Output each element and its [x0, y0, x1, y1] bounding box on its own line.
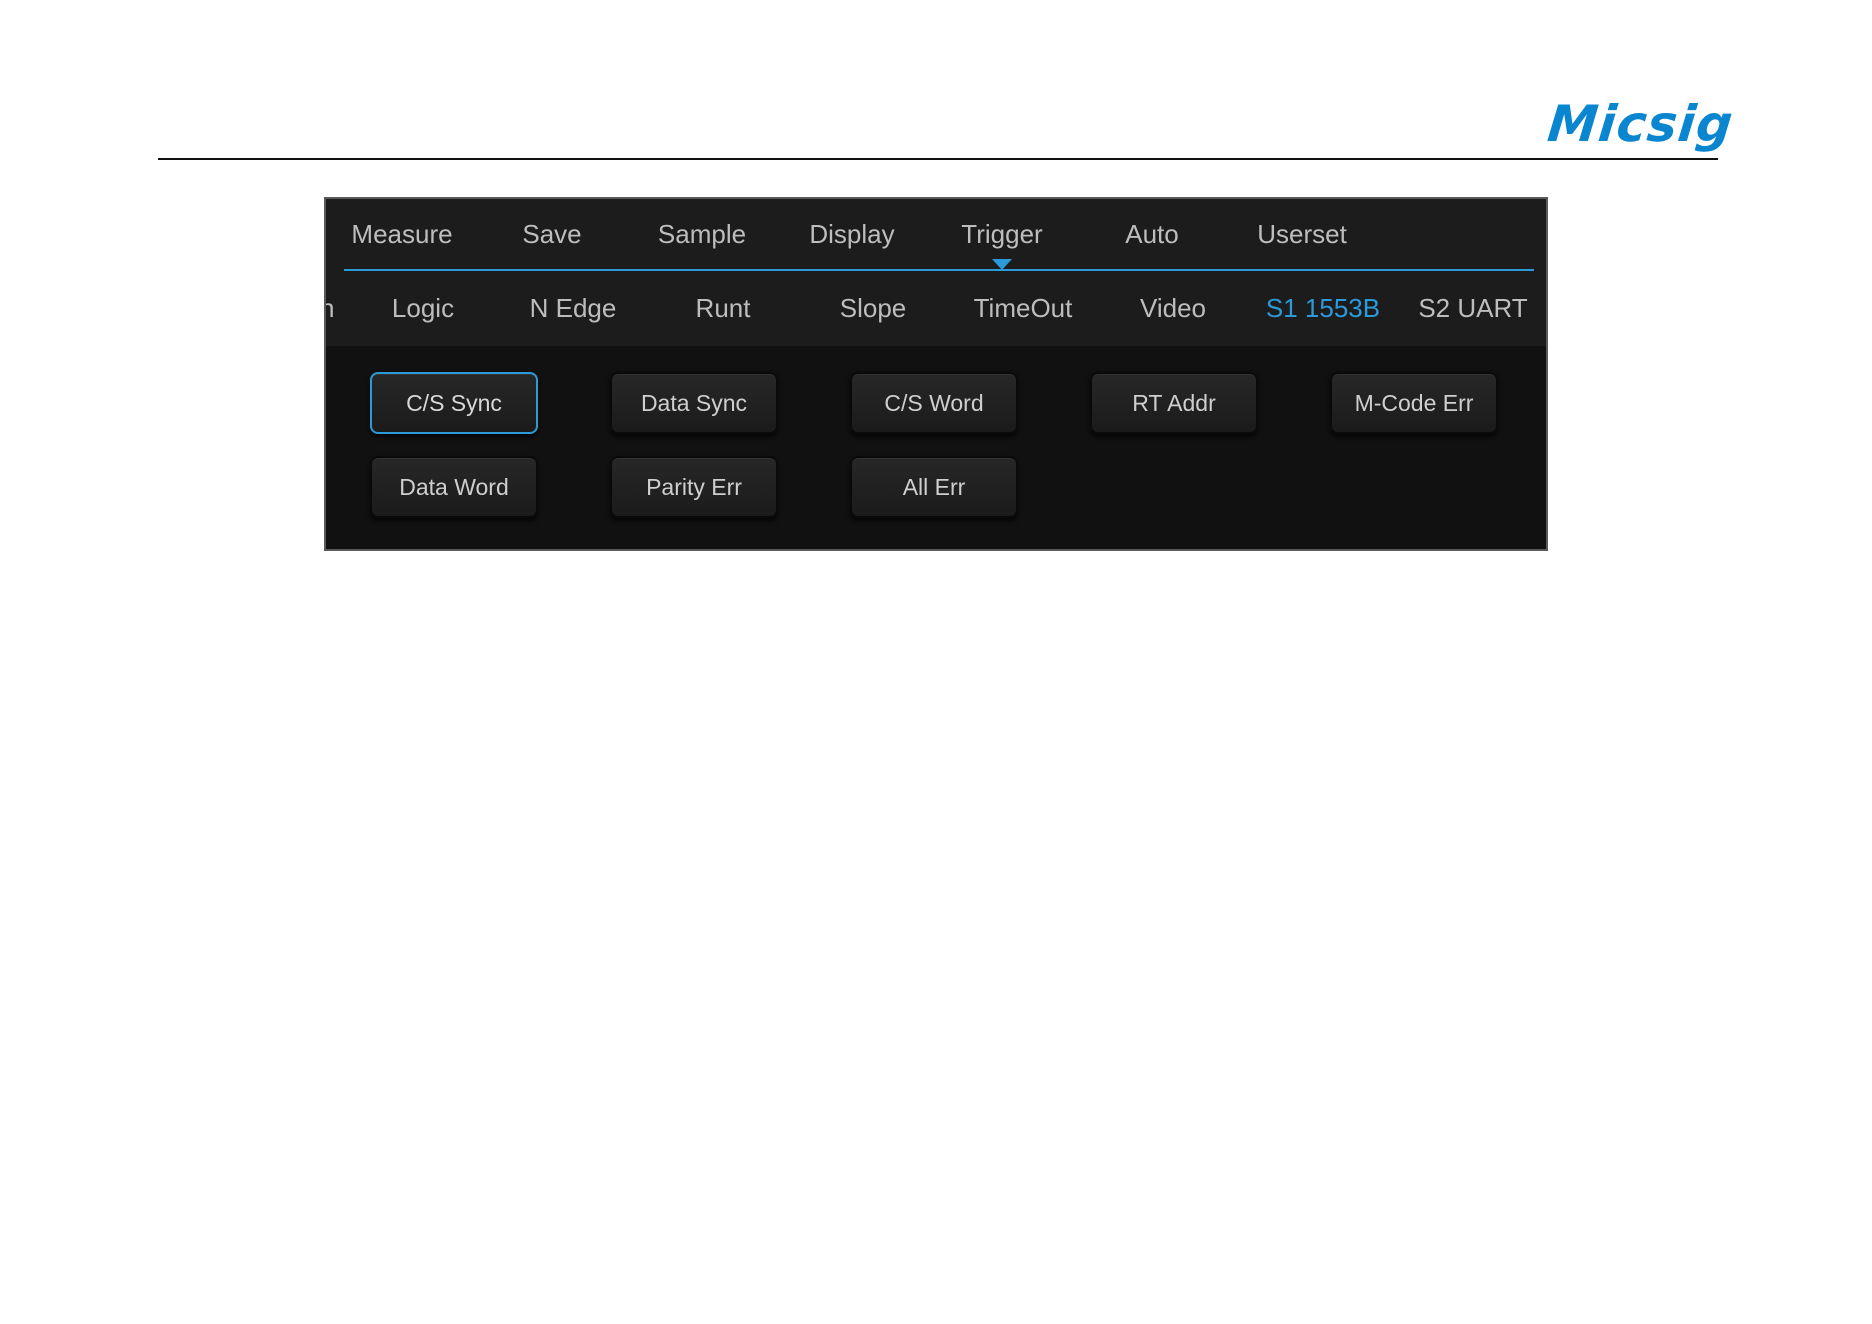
cs-sync-button[interactable]: C/S Sync	[370, 372, 538, 434]
trigger-type-n-edge[interactable]: N Edge	[530, 293, 617, 323]
trigger-panel: Measure Save Sample Display Trigger Auto…	[324, 197, 1548, 551]
rt-addr-button[interactable]: RT Addr	[1090, 372, 1258, 434]
trigger-type-s2-uart[interactable]: S2 UART	[1418, 293, 1527, 323]
data-word-button[interactable]: Data Word	[370, 456, 538, 518]
cs-word-button[interactable]: C/S Word	[850, 372, 1018, 434]
micsig-logo: Micsig	[1544, 95, 1737, 153]
m-code-err-button[interactable]: M-Code Err	[1330, 372, 1498, 434]
trigger-type-s1-1553b[interactable]: S1 1553B	[1266, 293, 1380, 323]
menu-measure[interactable]: Measure	[351, 219, 452, 249]
parity-err-button[interactable]: Parity Err	[610, 456, 778, 518]
active-menu-indicator-icon	[992, 259, 1012, 270]
menu-auto[interactable]: Auto	[1125, 219, 1179, 249]
trigger-type-video[interactable]: Video	[1140, 293, 1206, 323]
trigger-type-timeout[interactable]: TimeOut	[974, 293, 1073, 323]
top-menu-bar: Measure Save Sample Display Trigger Auto…	[326, 199, 1546, 271]
data-sync-button[interactable]: Data Sync	[610, 372, 778, 434]
trigger-condition-options: C/S Sync Data Sync C/S Word RT Addr M-Co…	[326, 346, 1546, 549]
menu-display[interactable]: Display	[809, 219, 894, 249]
trigger-type-cut-off[interactable]: h	[326, 293, 334, 323]
trigger-type-bar: h Logic N Edge Runt Slope TimeOut Video …	[326, 271, 1546, 346]
menu-save[interactable]: Save	[522, 219, 581, 249]
menu-sample[interactable]: Sample	[658, 219, 746, 249]
trigger-type-slope[interactable]: Slope	[840, 293, 907, 323]
trigger-type-runt[interactable]: Runt	[696, 293, 751, 323]
menu-trigger[interactable]: Trigger	[961, 219, 1042, 249]
trigger-type-logic[interactable]: Logic	[392, 293, 454, 323]
header-divider	[158, 158, 1718, 160]
menu-userset[interactable]: Userset	[1257, 219, 1347, 249]
all-err-button[interactable]: All Err	[850, 456, 1018, 518]
